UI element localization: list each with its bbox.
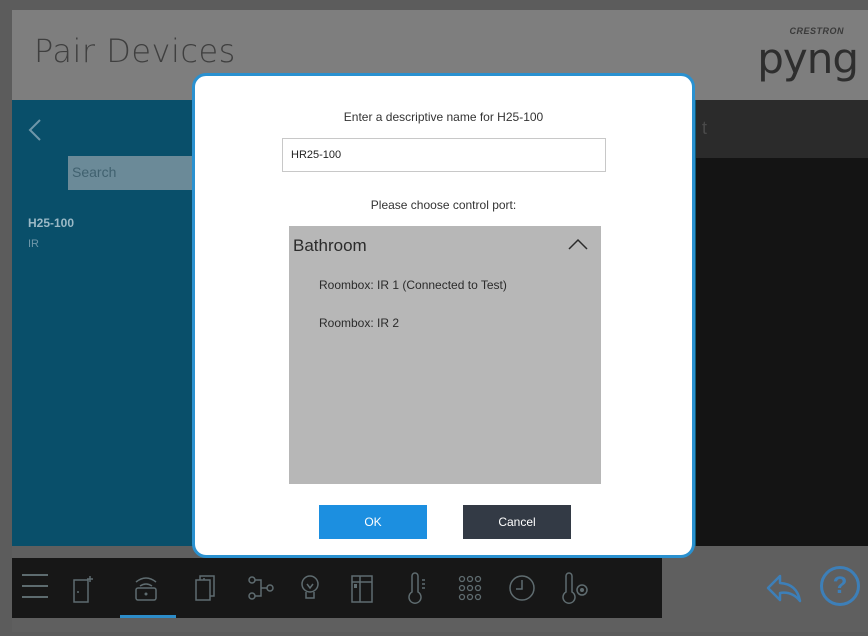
active-tool-indicator [120,615,176,618]
chevron-up-icon[interactable] [567,236,589,252]
control-port-list[interactable]: Bathroom Roombox: IR 1 (Connected to Tes… [289,226,601,484]
share-back-icon[interactable] [764,572,804,606]
crestron-pyng-logo: CRESTRON pyng [742,26,862,83]
bottom-toolbar [12,558,662,618]
lightbulb-icon[interactable] [294,572,326,604]
ok-button[interactable]: OK [319,505,427,539]
back-chevron-icon[interactable] [26,118,46,142]
dialog-prompt: Enter a descriptive name for H25-100 [343,110,544,124]
ir-remote-icon[interactable] [130,572,162,604]
hamburger-menu-icon[interactable] [22,574,48,602]
port-item-ir1[interactable]: Roombox: IR 1 (Connected to Test) [319,278,507,292]
footer-bar: ? [12,546,868,632]
thermometer-icon[interactable] [400,572,432,604]
help-icon[interactable]: ? [820,566,860,606]
keypad-icon[interactable] [454,572,486,604]
clock-icon[interactable] [506,572,538,604]
device-list-item-name[interactable]: H25-100 [28,216,74,230]
right-panel-header: t [696,100,868,158]
cancel-button[interactable]: Cancel [463,505,571,539]
sensor-icon[interactable] [244,572,276,604]
shades-icon[interactable] [190,572,222,604]
right-panel: t [696,100,868,546]
search-placeholder: Search [72,164,117,180]
room-group-header[interactable]: Bathroom [293,236,367,256]
door-lock-icon[interactable] [346,572,378,604]
logo-brand-main: pyng [757,34,859,83]
device-list-item-type: IR [28,238,39,250]
page-title: Pair Devices [34,32,236,70]
device-name-input[interactable]: HR25-100 [282,138,606,172]
port-item-ir2[interactable]: Roombox: IR 2 [319,316,399,330]
name-device-dialog: Enter a descriptive name for H25-100 HR2… [192,73,695,558]
add-room-icon[interactable] [66,572,98,604]
control-port-prompt: Please choose control port: [370,198,517,212]
temperature-sensor-icon[interactable] [558,572,590,604]
right-panel-header-text: t [702,118,708,138]
